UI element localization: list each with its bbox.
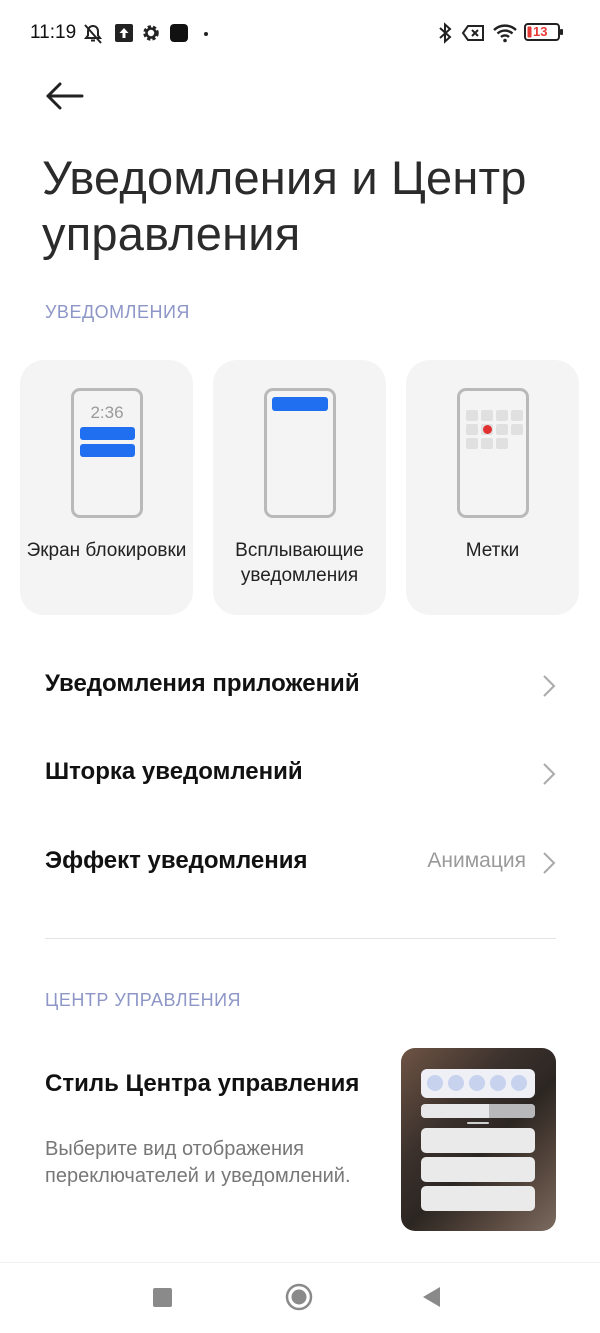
card-lock-screen[interactable]: 2:36 Экран блокировки <box>20 360 193 615</box>
section-label-control-center: ЦЕНТР УПРАВЛЕНИЯ <box>45 990 242 1010</box>
bell-off-icon <box>83 24 103 44</box>
card-label: Экран блокировки <box>26 540 187 561</box>
gear-icon <box>143 25 159 41</box>
card-floating-notifications[interactable]: Всплывающие уведомления <box>213 360 386 615</box>
control-center-preview-image <box>401 1048 556 1231</box>
square-icon <box>170 24 188 42</box>
row-notification-shade[interactable]: Шторка уведомлений <box>0 738 600 808</box>
back-arrow-icon[interactable] <box>40 78 90 114</box>
row-app-notifications[interactable]: Уведомления приложений <box>0 650 600 720</box>
recents-square-icon[interactable] <box>152 1276 174 1318</box>
status-time: 11:19 <box>30 22 77 43</box>
home-circle-icon[interactable] <box>283 1276 315 1318</box>
battery-icon: 13 <box>524 22 564 42</box>
row-label: Шторка уведомлений <box>45 758 303 785</box>
lock-screen-illustration-icon: 2:36 <box>71 388 143 518</box>
chevron-right-icon <box>543 763 556 785</box>
row-label: Уведомления приложений <box>45 670 360 697</box>
row-control-center-style[interactable]: Стиль Центра управления Выберите вид ото… <box>0 1040 600 1240</box>
section-label-notifications: УВЕДОМЛЕНИЯ <box>45 302 190 322</box>
bluetooth-icon <box>439 22 452 44</box>
row-notification-effect[interactable]: Эффект уведомления Анимация <box>0 827 600 897</box>
row-value: Анимация <box>427 849 526 872</box>
badges-illustration-icon <box>457 388 529 518</box>
battery-level: 13 <box>533 24 548 39</box>
chevron-right-icon <box>543 675 556 697</box>
no-sim-icon <box>461 25 484 41</box>
row-title: Стиль Центра управления <box>45 1070 360 1097</box>
card-label: Метки <box>465 540 520 561</box>
upload-icon <box>115 24 133 42</box>
card-label: Всплывающие уведомления <box>235 540 364 586</box>
chevron-right-icon <box>543 852 556 874</box>
page-title: Уведомления и Центр управления <box>42 151 527 260</box>
floating-notification-illustration-icon <box>264 388 336 518</box>
wifi-icon <box>493 24 517 43</box>
back-triangle-icon[interactable] <box>420 1276 444 1318</box>
card-badges[interactable]: Метки <box>406 360 579 615</box>
status-bar: 11:19 13 <box>0 0 600 66</box>
row-description: Выберите вид отображения переключателей … <box>45 1138 351 1187</box>
dot-icon <box>204 32 208 36</box>
row-label: Эффект уведомления <box>45 847 308 874</box>
nav-separator <box>0 1262 600 1263</box>
divider <box>45 938 556 939</box>
illustration-clock: 2:36 <box>90 403 124 422</box>
